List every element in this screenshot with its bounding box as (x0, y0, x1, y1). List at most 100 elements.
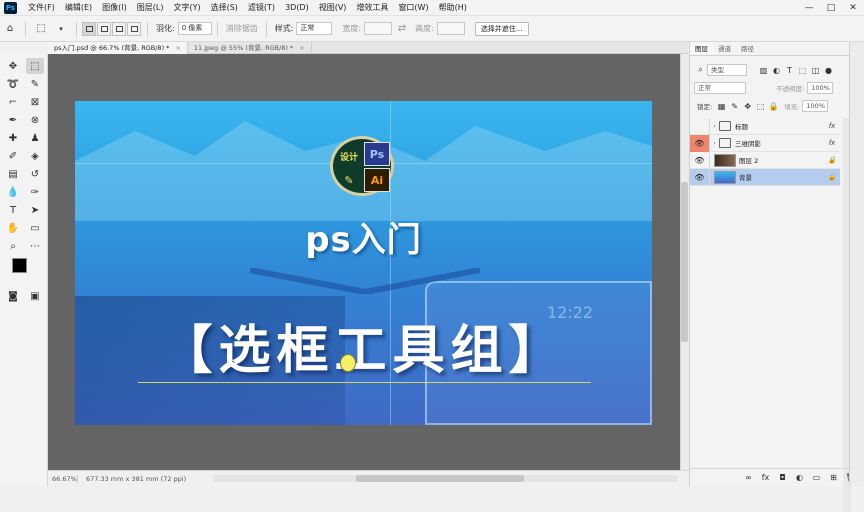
vertical-scroll-thumb[interactable] (681, 182, 688, 342)
feather-input[interactable]: 0 像素 (177, 22, 212, 35)
close-tab-icon[interactable]: × (299, 44, 304, 52)
document-info[interactable]: 677.33 mm x 381 mm (72 ppi) (86, 475, 196, 483)
swap-icon[interactable]: ⇄ (394, 21, 410, 37)
move-tool-icon[interactable]: ✥ (4, 58, 22, 74)
panel-collapse-strip[interactable] (849, 42, 864, 486)
fx-icon[interactable]: fx (824, 122, 840, 130)
frame-tool-icon[interactable]: ⊗ (26, 112, 44, 128)
filter-pixel-icon[interactable]: ▨ (757, 64, 770, 76)
horizontal-scroll-thumb[interactable] (356, 475, 524, 482)
blur-tool-icon[interactable]: 💧 (4, 184, 22, 200)
menu-3d[interactable]: 3D(D) (280, 0, 314, 16)
maximize-button[interactable]: □ (820, 0, 842, 16)
path-selection-tool-icon[interactable]: ➤ (26, 202, 44, 218)
menu-select[interactable]: 选择(S) (206, 0, 243, 16)
rectangular-marquee-tool-icon[interactable]: ⬚ (26, 58, 44, 74)
zoom-tool-icon[interactable]: ⌕ (4, 238, 22, 254)
rectangle-tool-icon[interactable]: ▭ (26, 220, 44, 236)
lock-position-icon[interactable]: ✥ (741, 100, 754, 112)
filter-shape-icon[interactable]: ⬚ (796, 64, 809, 76)
zoom-level[interactable]: 66.67% (48, 474, 78, 483)
chevron-right-icon[interactable]: › (710, 123, 719, 130)
chevron-right-icon[interactable]: › (710, 140, 719, 147)
height-input[interactable] (436, 22, 465, 35)
layer-name: 背景 (739, 174, 752, 182)
foreground-color-swatch[interactable] (12, 258, 27, 273)
menu-layer[interactable]: 图层(L) (132, 0, 169, 16)
menu-image[interactable]: 图像(I) (97, 0, 132, 16)
group-icon[interactable]: ▭ (810, 472, 823, 484)
menu-view[interactable]: 视图(V) (314, 0, 352, 16)
adjustment-icon[interactable]: ◐ (793, 472, 806, 484)
quick-mask-icon[interactable]: ◙ (4, 288, 22, 304)
antialias-checkbox[interactable]: 消除锯齿 (226, 23, 258, 34)
hand-tool-icon[interactable]: ✋ (4, 220, 22, 236)
tab-paths[interactable]: 路径 (736, 42, 759, 55)
new-selection-icon[interactable] (82, 21, 96, 36)
screen-mode-icon[interactable]: ▣ (26, 288, 44, 304)
pen-tool-icon[interactable]: ✑ (26, 184, 44, 200)
more-tools-icon[interactable]: ⋯ (26, 238, 44, 254)
fx-icon[interactable]: fx (824, 139, 840, 147)
tab-channels[interactable]: 通道 (713, 42, 736, 55)
minimize-button[interactable]: — (798, 0, 820, 16)
menu-filter[interactable]: 滤镜(T) (243, 0, 280, 16)
link-icon[interactable]: ∞ (742, 472, 755, 484)
eye-icon[interactable]: 👁 (690, 151, 710, 169)
menu-edit[interactable]: 编辑(E) (60, 0, 97, 16)
layer-row[interactable]: 👁 › 三维阴影 fx (690, 134, 840, 152)
crop-tool-icon[interactable]: ⊠ (26, 94, 44, 110)
style-select[interactable]: 正常 (296, 22, 333, 35)
lasso-tool-icon[interactable]: ➰ (4, 76, 22, 92)
opacity-input[interactable]: 100% (807, 82, 834, 94)
menu-type[interactable]: 文字(Y) (168, 0, 205, 16)
brush-tool-icon[interactable]: ✐ (4, 148, 22, 164)
lock-artboard-icon[interactable]: ⬚ (754, 100, 767, 112)
lock-all-icon[interactable]: 🔒 (767, 100, 780, 112)
layer-kind-select[interactable]: 类型 (707, 64, 747, 76)
add-selection-icon[interactable] (97, 21, 111, 36)
quick-selection-tool-icon[interactable]: ✎ (26, 76, 44, 92)
tab-document-psd[interactable]: ps入门.psd @ 66.7% (背景, RGB/8) * × (48, 42, 188, 54)
menu-help[interactable]: 帮助(H) (434, 0, 472, 16)
layer-row[interactable]: 👁 图层 2 🔒 (690, 151, 840, 169)
healing-brush-tool-icon[interactable]: ✚ (4, 130, 22, 146)
chevron-down-icon[interactable]: ▾ (53, 21, 69, 37)
menu-window[interactable]: 窗口(W) (393, 0, 433, 16)
menu-file[interactable]: 文件(F) (23, 0, 60, 16)
layer-row[interactable]: › 标题 fx (690, 117, 840, 135)
mask-icon[interactable]: ◘ (776, 472, 789, 484)
tab-document-jpeg[interactable]: 11.jpeg @ 55% (背景, RGB/8) * × (188, 42, 312, 54)
fx-icon[interactable]: fx (759, 472, 772, 484)
eye-icon[interactable]: 👁 (690, 134, 710, 152)
visibility-toggle[interactable] (690, 117, 710, 135)
home-icon[interactable]: ⌂ (2, 21, 18, 37)
filter-adjustment-icon[interactable]: ◐ (770, 64, 783, 76)
lock-transparent-icon[interactable]: ▦ (715, 100, 728, 112)
gradient-tool-icon[interactable]: ▤ (4, 166, 22, 182)
history-brush-tool-icon[interactable]: ↺ (26, 166, 44, 182)
tab-layers[interactable]: 图层 (690, 42, 713, 55)
fill-input[interactable]: 100% (802, 100, 829, 112)
menu-plugins[interactable]: 增效工具 (351, 0, 393, 16)
width-input[interactable] (364, 22, 393, 35)
close-button[interactable]: ✕ (842, 0, 864, 16)
eraser-tool-icon[interactable]: ◈ (26, 148, 44, 164)
lock-image-icon[interactable]: ✎ (728, 100, 741, 112)
filter-toggle-icon[interactable]: ● (822, 64, 835, 76)
subtract-selection-icon[interactable] (112, 21, 126, 36)
layer-row[interactable]: 👁 背景 🔒 (690, 168, 840, 186)
filter-type-icon[interactable]: T (783, 64, 796, 76)
marquee-preset-icon[interactable]: ⬚ (33, 21, 49, 37)
object-selection-tool-icon[interactable]: ⌐ (4, 94, 22, 110)
stamp-tool-icon[interactable]: ♟ (26, 130, 44, 146)
eye-icon[interactable]: 👁 (690, 168, 710, 186)
intersect-selection-icon[interactable] (127, 21, 141, 36)
select-and-mask-button[interactable]: 选择并遮住... (474, 21, 529, 36)
type-tool-icon[interactable]: T (4, 202, 22, 218)
filter-smart-icon[interactable]: ◫ (809, 64, 822, 76)
close-tab-icon[interactable]: × (175, 44, 180, 52)
eyedropper-tool-icon[interactable]: ✒ (4, 112, 22, 128)
blend-mode-select[interactable]: 正常 (694, 82, 746, 94)
new-layer-icon[interactable]: ⊞ (827, 472, 840, 484)
